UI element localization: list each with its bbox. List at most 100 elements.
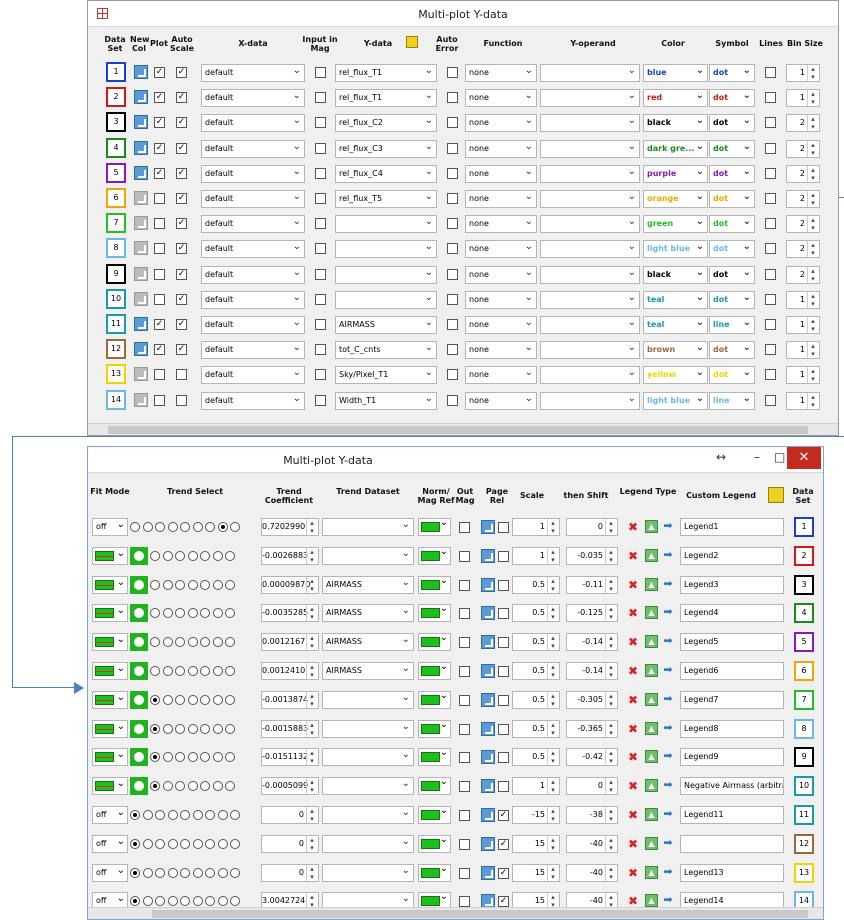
trend-radio[interactable] xyxy=(205,896,215,907)
trend-radio[interactable] xyxy=(212,723,223,734)
minimize-button[interactable]: – xyxy=(754,450,760,464)
scale-spinner[interactable]: 15 xyxy=(512,863,560,882)
trend-radio[interactable] xyxy=(142,838,153,849)
scrollbar-thumb[interactable] xyxy=(108,426,808,434)
trend-radio[interactable] xyxy=(205,522,215,532)
legend-up-icon[interactable]: ▲ xyxy=(645,721,658,735)
inputmag-checkbox[interactable] xyxy=(315,67,326,78)
trend-radio[interactable] xyxy=(162,752,173,763)
shift-spinner[interactable]: -0.42 xyxy=(566,748,618,767)
trend-radio[interactable] xyxy=(217,810,228,820)
trend-radio[interactable] xyxy=(150,723,160,734)
trend-radio[interactable] xyxy=(134,579,144,590)
legend-up-icon[interactable]: ▲ xyxy=(645,664,658,677)
trend-radio[interactable] xyxy=(150,694,160,705)
trend-radio[interactable] xyxy=(200,666,210,676)
autoscale-checkbox[interactable]: ✓ xyxy=(176,67,187,78)
dataset-button[interactable]: 7 xyxy=(794,689,814,710)
horizontal-scrollbar[interactable] xyxy=(88,907,823,919)
trend-radio[interactable] xyxy=(150,550,160,561)
autoscale-checkbox[interactable]: ✓ xyxy=(176,268,187,280)
lines-checkbox[interactable] xyxy=(765,193,776,204)
remove-legend-icon[interactable]: ✖ xyxy=(628,838,640,850)
outmag-checkbox[interactable] xyxy=(459,637,470,649)
dataset-button[interactable]: 6 xyxy=(106,188,126,208)
binsize-spinner[interactable]: 1 xyxy=(786,366,820,385)
scale-spinner[interactable]: 1 xyxy=(512,546,560,565)
function-select[interactable]: none xyxy=(465,64,537,82)
trend-dataset-select[interactable] xyxy=(322,518,414,536)
xdata-select[interactable]: default xyxy=(201,89,305,108)
trend-radio[interactable] xyxy=(187,666,198,676)
lines-checkbox[interactable] xyxy=(765,167,776,179)
symbol-select[interactable]: dot xyxy=(709,366,755,385)
remove-legend-icon[interactable]: ✖ xyxy=(628,867,640,879)
custom-legend-field[interactable]: Negative Airmass (arbitrarily xyxy=(680,777,784,796)
inputmag-checkbox[interactable] xyxy=(315,117,326,129)
function-select[interactable]: none xyxy=(465,341,537,360)
ydata-select[interactable]: AIRMASS xyxy=(335,316,437,334)
trend-radio[interactable] xyxy=(155,522,165,532)
newcol-icon[interactable] xyxy=(134,392,148,407)
binsize-spinner[interactable]: 1 xyxy=(786,341,820,360)
symbol-select[interactable]: dot xyxy=(709,139,755,158)
autoerror-checkbox[interactable] xyxy=(447,369,458,381)
normmagref-select[interactable] xyxy=(418,690,451,709)
lines-checkbox[interactable] xyxy=(765,67,776,78)
shift-spinner[interactable]: -40 xyxy=(566,863,618,882)
autoerror-checkbox[interactable] xyxy=(447,344,458,356)
lines-checkbox[interactable] xyxy=(765,369,776,381)
yoperand-select[interactable] xyxy=(540,341,640,360)
dataset-button[interactable]: 2 xyxy=(106,87,126,108)
legend-up-icon[interactable]: ▲ xyxy=(645,548,658,562)
symbol-select[interactable]: dot xyxy=(709,89,755,108)
legend-right-icon[interactable]: ➡ xyxy=(661,520,675,533)
outmag-checkbox[interactable] xyxy=(459,666,470,677)
trend-radio[interactable] xyxy=(150,579,160,590)
shift-spinner[interactable]: -0.14 xyxy=(566,633,618,652)
xdata-select[interactable]: default xyxy=(201,265,305,284)
autoerror-checkbox[interactable] xyxy=(447,394,458,406)
legend-right-icon[interactable]: ➡ xyxy=(661,836,675,850)
dataset-button[interactable]: 2 xyxy=(794,545,814,566)
legend-up-icon[interactable]: ▲ xyxy=(645,606,658,620)
trend-radio[interactable] xyxy=(175,752,185,763)
plot-checkbox[interactable] xyxy=(154,193,165,204)
trend-radio[interactable] xyxy=(130,896,140,907)
trend-radio[interactable] xyxy=(150,637,160,648)
pagerel-checkbox[interactable] xyxy=(498,781,509,793)
binsize-spinner[interactable]: 1 xyxy=(786,391,820,410)
normmagref-select[interactable] xyxy=(418,776,451,796)
trend-radio[interactable] xyxy=(212,637,223,648)
trend-radio[interactable] xyxy=(225,723,235,734)
lines-checkbox[interactable] xyxy=(765,117,776,129)
binsize-spinner[interactable]: 2 xyxy=(786,114,820,133)
pagerel-icon[interactable] xyxy=(481,692,495,707)
custom-legend-field[interactable]: Legend6 xyxy=(680,662,784,680)
newcol-icon[interactable] xyxy=(134,317,148,331)
trend-radio[interactable] xyxy=(187,579,198,590)
ydata-select[interactable]: tot_C_cnts xyxy=(335,341,437,360)
autoerror-checkbox[interactable] xyxy=(447,268,458,280)
remove-legend-icon[interactable]: ✖ xyxy=(628,723,640,735)
normmagref-select[interactable] xyxy=(418,632,451,652)
normmagref-select[interactable] xyxy=(418,661,451,680)
trend-coef-spinner[interactable]: -0.0035285 xyxy=(261,604,319,623)
custom-legend-field[interactable]: Legend3 xyxy=(680,575,784,594)
legend-right-icon[interactable]: ➡ xyxy=(661,606,675,619)
binsize-spinner[interactable]: 2 xyxy=(786,215,820,234)
trend-radio[interactable] xyxy=(150,608,160,619)
trend-coef-spinner[interactable]: -0.0005099 xyxy=(261,777,319,796)
dataset-button[interactable]: 3 xyxy=(106,112,126,133)
newcol-icon[interactable] xyxy=(134,165,148,180)
trend-radio[interactable] xyxy=(225,550,235,561)
dataset-button[interactable]: 11 xyxy=(794,805,814,825)
color-select[interactable]: light blue xyxy=(643,240,708,259)
pagerel-checkbox[interactable]: ✓ xyxy=(498,810,509,821)
trend-dataset-select[interactable]: AIRMASS xyxy=(322,633,414,652)
dataset-button[interactable]: 1 xyxy=(794,517,814,537)
legend-up-icon[interactable]: ▲ xyxy=(645,635,658,649)
pagerel-icon[interactable] xyxy=(481,721,495,736)
resize-icon[interactable]: ↔ xyxy=(716,450,726,464)
lines-checkbox[interactable] xyxy=(765,268,776,280)
